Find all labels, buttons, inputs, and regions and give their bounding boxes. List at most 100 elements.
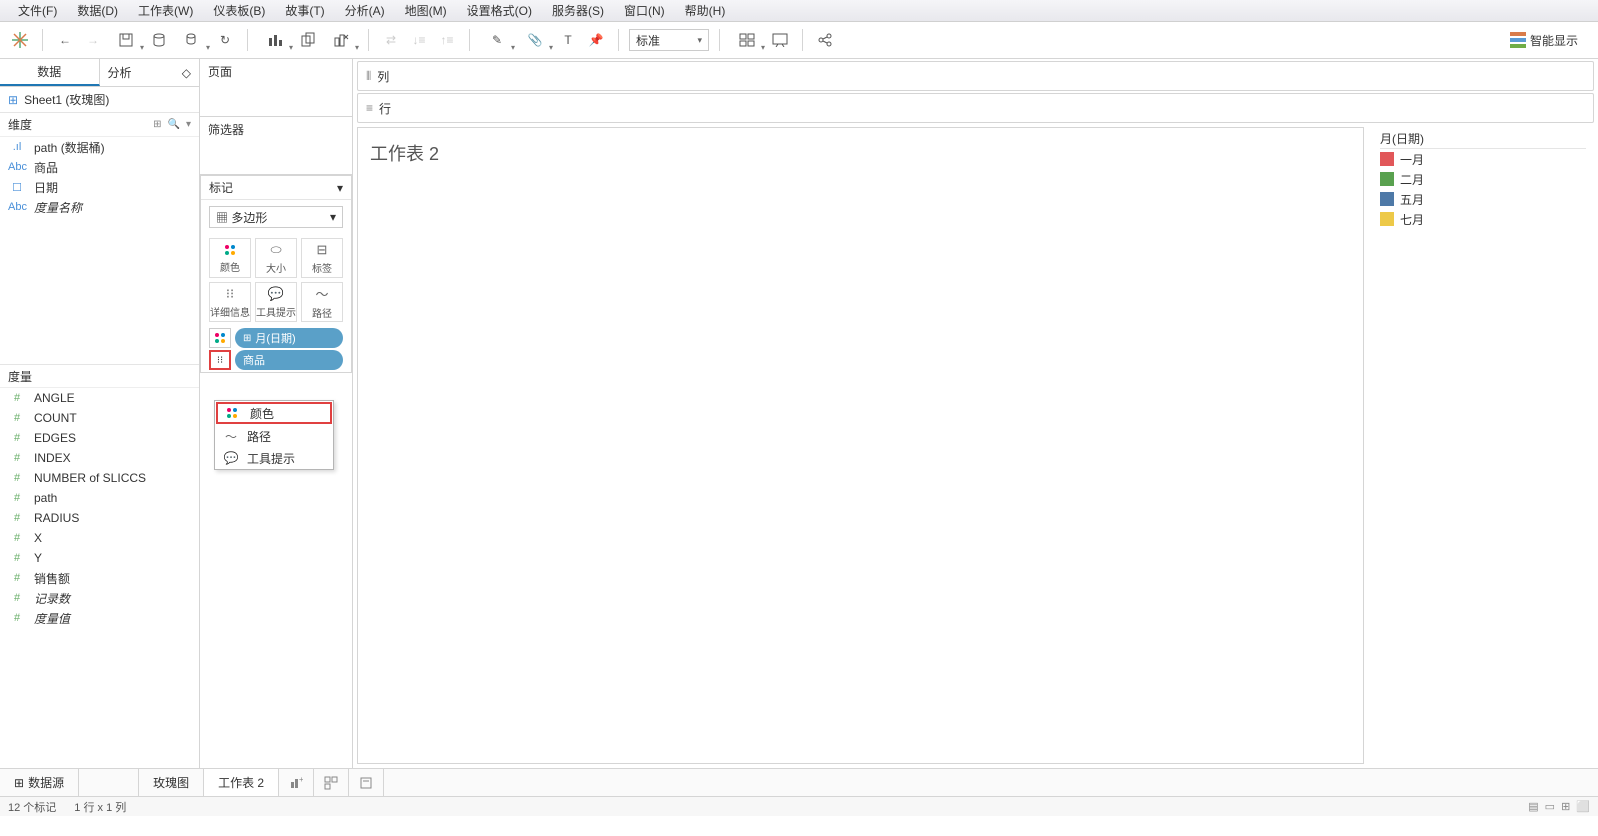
context-menu[interactable]: 颜色 〜路径 💬工具提示 xyxy=(214,400,334,470)
view-film-icon[interactable]: ▤ xyxy=(1528,800,1538,813)
legend-item[interactable]: 二月 xyxy=(1380,169,1586,189)
refresh-icon[interactable] xyxy=(175,28,209,52)
dimension-field[interactable]: ☐日期 xyxy=(0,177,199,197)
dimension-field[interactable]: Abc商品 xyxy=(0,157,199,177)
mark-tooltip-button[interactable]: 💬工具提示 xyxy=(255,282,297,322)
save-icon[interactable] xyxy=(109,28,143,52)
dimension-field[interactable]: Abc度量名称 xyxy=(0,197,199,217)
pill-pre-detail-icon[interactable]: ⁝⁝ xyxy=(209,350,231,370)
search-icon[interactable]: 🔍 xyxy=(168,119,180,130)
show-cards-icon[interactable] xyxy=(730,28,764,52)
measure-field[interactable]: #ANGLE xyxy=(0,388,199,408)
worksheet-canvas[interactable]: 工作表 2 xyxy=(357,127,1364,764)
measure-field[interactable]: #INDEX xyxy=(0,448,199,468)
filters-shelf[interactable]: 筛选器 xyxy=(200,117,352,141)
dimensions-header: 维度 ⊞🔍▾ xyxy=(0,113,199,137)
menu-file[interactable]: 文件(F) xyxy=(8,0,67,21)
dimension-field[interactable]: .ılpath (数据桶) xyxy=(0,137,199,157)
datasource-item[interactable]: ⊞ Sheet1 (玫瑰图) xyxy=(0,87,199,113)
tab-rose[interactable]: 玫瑰图 xyxy=(139,769,204,796)
marks-header[interactable]: 标记▾ xyxy=(201,176,351,200)
swap-icon[interactable]: ⇄ xyxy=(379,28,403,52)
tab-data[interactable]: 数据 xyxy=(0,59,100,86)
group-icon[interactable]: 📎 xyxy=(518,28,552,52)
fit-selector[interactable]: 标准▾ xyxy=(629,29,709,51)
field-label: EDGES xyxy=(34,431,191,445)
tab-analysis[interactable]: 分析◇ xyxy=(100,59,200,86)
menu-worksheet[interactable]: 工作表(W) xyxy=(128,0,203,21)
view-full-icon[interactable]: ⬜ xyxy=(1576,800,1590,813)
pill-product[interactable]: ⁝⁝ 商品 xyxy=(209,350,343,370)
legend-item[interactable]: 七月 xyxy=(1380,209,1586,229)
new-worksheet-tab-icon[interactable]: + xyxy=(279,769,314,796)
status-rows-cols: 1 行 x 1 列 xyxy=(74,799,126,815)
datasource-icon: ⊞ xyxy=(8,93,18,107)
menu-story[interactable]: 故事(T) xyxy=(275,0,334,21)
forward-icon[interactable]: → xyxy=(81,28,105,52)
measure-field[interactable]: #记录数 xyxy=(0,588,199,608)
legend-title[interactable]: 月(日期) xyxy=(1380,129,1586,149)
pin-icon[interactable]: 📌 xyxy=(584,28,608,52)
legend-item[interactable]: 一月 xyxy=(1380,149,1586,169)
menu-format[interactable]: 设置格式(O) xyxy=(457,0,542,21)
presentation-icon[interactable] xyxy=(768,28,792,52)
logo-icon[interactable] xyxy=(8,28,32,52)
menu-server[interactable]: 服务器(S) xyxy=(542,0,614,21)
menu-data[interactable]: 数据(D) xyxy=(67,0,128,21)
view-grid-icon[interactable]: ⊞ xyxy=(1561,800,1570,813)
new-datasource-icon[interactable] xyxy=(147,28,171,52)
share-icon[interactable] xyxy=(813,28,837,52)
legend-item[interactable]: 五月 xyxy=(1380,189,1586,209)
menu-map[interactable]: 地图(M) xyxy=(395,0,457,21)
mark-color-button[interactable]: 颜色 xyxy=(209,238,251,278)
context-item-path[interactable]: 〜路径 xyxy=(215,425,333,447)
pill-pre-color-icon[interactable] xyxy=(209,328,231,348)
measure-field[interactable]: #X xyxy=(0,528,199,548)
menu-window[interactable]: 窗口(N) xyxy=(614,0,675,21)
measure-field[interactable]: #NUMBER of SLICCS xyxy=(0,468,199,488)
mark-size-button[interactable]: ⬭大小 xyxy=(255,238,297,278)
back-icon[interactable]: ← xyxy=(53,28,77,52)
mark-path-button[interactable]: 〜路径 xyxy=(301,282,343,322)
new-story-tab-icon[interactable] xyxy=(349,769,384,796)
mark-type-selector[interactable]: ▦ 多边形▾ xyxy=(209,206,343,228)
sort-asc-icon[interactable]: ↓≡ xyxy=(407,28,431,52)
measure-field[interactable]: #RADIUS xyxy=(0,508,199,528)
context-item-tooltip[interactable]: 💬工具提示 xyxy=(215,447,333,469)
mark-detail-button[interactable]: ⁝⁝详细信息 xyxy=(209,282,251,322)
measure-field[interactable]: #COUNT xyxy=(0,408,199,428)
menu-help[interactable]: 帮助(H) xyxy=(675,0,736,21)
columns-shelf[interactable]: ⦀列 xyxy=(357,61,1594,91)
context-item-color[interactable]: 颜色 xyxy=(216,402,332,424)
new-dashboard-tab-icon[interactable] xyxy=(314,769,349,796)
highlight-icon[interactable]: ✎ xyxy=(480,28,514,52)
menu-analysis[interactable]: 分析(A) xyxy=(335,0,395,21)
measure-field[interactable]: #path xyxy=(0,488,199,508)
measure-field[interactable]: #度量值 xyxy=(0,608,199,628)
tab-worksheet2[interactable]: 工作表 2 xyxy=(204,769,279,796)
tab-datasource[interactable]: ⊞数据源 xyxy=(0,769,79,796)
smart-show-button[interactable]: 智能显示 xyxy=(1510,32,1590,49)
rows-shelf[interactable]: ≡行 xyxy=(357,93,1594,123)
view-icon[interactable]: ⊞ xyxy=(153,119,161,130)
mark-label-button[interactable]: ⊟标签 xyxy=(301,238,343,278)
new-worksheet-icon[interactable] xyxy=(258,28,292,52)
sort-desc-icon[interactable]: ↑≡ xyxy=(435,28,459,52)
menu-caret-icon[interactable]: ▾ xyxy=(186,119,191,130)
view-slide-icon[interactable]: ▭ xyxy=(1545,800,1555,813)
measure-field[interactable]: #销售额 xyxy=(0,568,199,588)
worksheet-title[interactable]: 工作表 2 xyxy=(370,140,1351,166)
smart-show-icon xyxy=(1510,32,1526,48)
pill-month[interactable]: ⊞月(日期) xyxy=(209,328,343,348)
measure-field[interactable]: #Y xyxy=(0,548,199,568)
menu-dashboard[interactable]: 仪表板(B) xyxy=(203,0,275,21)
menubar[interactable]: 文件(F) 数据(D) 工作表(W) 仪表板(B) 故事(T) 分析(A) 地图… xyxy=(0,0,1598,22)
pages-shelf[interactable]: 页面 xyxy=(200,59,352,83)
duplicate-icon[interactable] xyxy=(296,28,320,52)
measure-field[interactable]: #EDGES xyxy=(0,428,199,448)
label-icon[interactable]: T xyxy=(556,28,580,52)
reload-icon[interactable]: ↻ xyxy=(213,28,237,52)
legend-label: 二月 xyxy=(1400,171,1424,188)
clear-icon[interactable] xyxy=(324,28,358,52)
datasource-icon: ⊞ xyxy=(14,776,24,790)
